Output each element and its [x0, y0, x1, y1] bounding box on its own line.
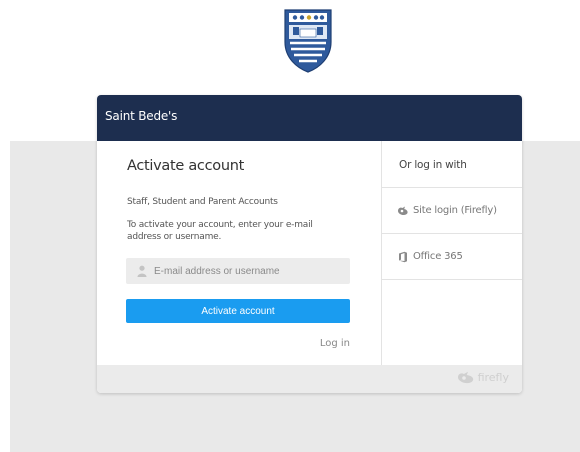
card-header: Saint Bede's — [97, 95, 522, 141]
firefly-logo-icon — [457, 371, 473, 384]
login-card: Saint Bede's Activate account Staff, Stu… — [97, 95, 522, 393]
email-field[interactable] — [154, 258, 344, 284]
page: Saint Bede's Activate account Staff, Stu… — [0, 0, 580, 452]
card-footer: firefly — [97, 365, 522, 393]
site-login-firefly-button[interactable]: Site login (Firefly) — [382, 188, 522, 234]
activate-panel: Activate account Staff, Student and Pare… — [97, 141, 381, 365]
firefly-icon — [398, 206, 408, 215]
instructions-text: To activate your account, enter your e-m… — [127, 220, 313, 242]
email-field-wrapper[interactable] — [126, 258, 350, 284]
user-icon — [137, 265, 147, 277]
login-link[interactable]: Log in — [320, 338, 350, 349]
firefly-brand-text: firefly — [477, 371, 509, 384]
provider-label: Site login (Firefly) — [413, 205, 497, 216]
school-crest-icon — [284, 9, 332, 73]
provider-label: Office 365 — [413, 251, 463, 262]
page-title: Activate account — [127, 158, 244, 174]
office-365-button[interactable]: Office 365 — [382, 234, 522, 280]
firefly-brand: firefly — [457, 371, 509, 384]
office-icon — [399, 251, 407, 262]
alt-login-panel: Or log in with Site login (Firefly) Offi… — [382, 141, 522, 365]
activate-account-button[interactable]: Activate account — [126, 299, 350, 323]
account-types-label: Staff, Student and Parent Accounts — [127, 197, 278, 207]
alt-login-heading: Or log in with — [382, 141, 522, 188]
